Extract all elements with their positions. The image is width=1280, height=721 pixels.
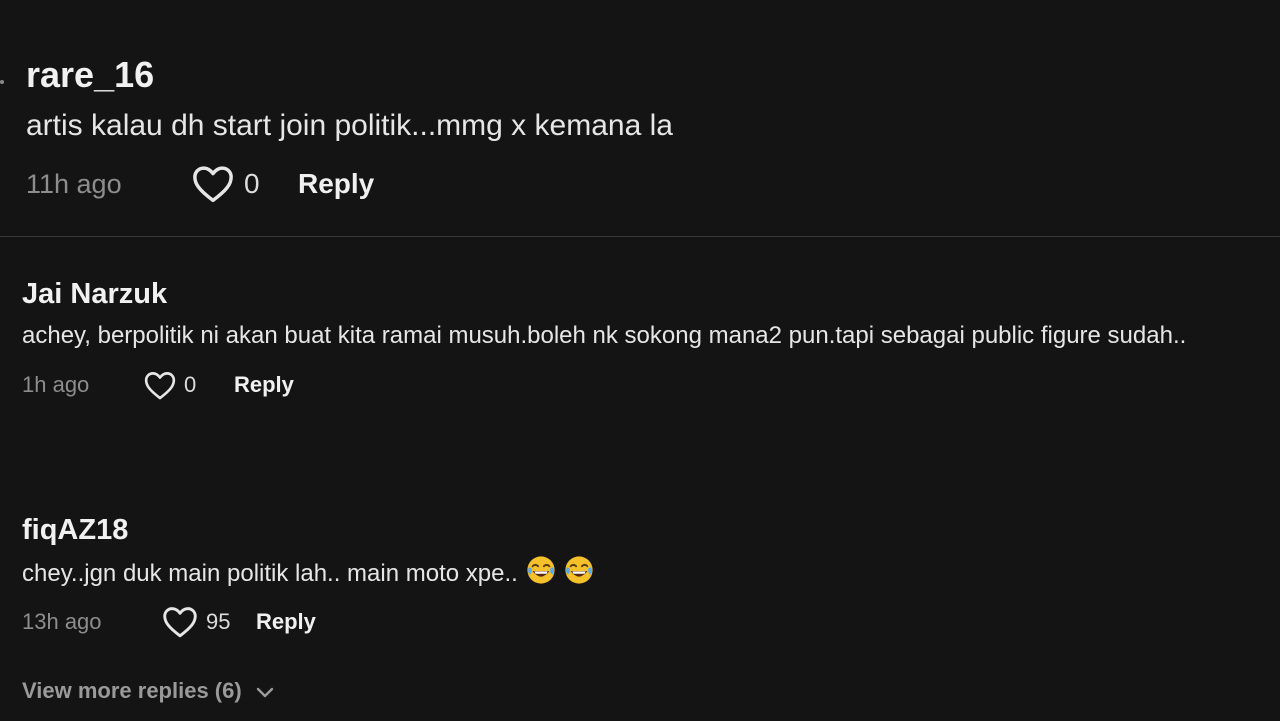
comment-timestamp: 11h ago bbox=[26, 168, 122, 199]
comment-meta: 11h ago 0 Reply bbox=[26, 164, 1280, 204]
comment-item: Jai Narzuk achey, berpolitik ni akan bua… bbox=[22, 276, 1280, 403]
comment-text: artis kalau dh start join politik...mmg … bbox=[26, 109, 673, 142]
divider bbox=[0, 236, 1280, 237]
face-with-tears-of-joy-icon bbox=[526, 555, 556, 585]
like-button[interactable]: 0 bbox=[144, 371, 234, 400]
reply-button[interactable]: Reply bbox=[298, 168, 374, 200]
comment-text: achey, berpolitik ni akan buat kita rama… bbox=[22, 322, 1187, 349]
comment-text-line: chey..jgn duk main politik lah.. main mo… bbox=[22, 554, 1280, 594]
comment-text: chey..jgn duk main politik lah.. main mo… bbox=[22, 560, 518, 587]
comment-item: rare_16 artis kalau dh start join politi… bbox=[26, 52, 1280, 204]
heart-icon[interactable] bbox=[192, 165, 234, 203]
comment-item: fiqAZ18 chey..jgn duk main politik lah..… bbox=[22, 512, 1280, 640]
view-more-label: View more replies (6) bbox=[22, 678, 242, 703]
reply-button[interactable]: Reply bbox=[256, 609, 316, 635]
heart-icon[interactable] bbox=[144, 371, 176, 400]
comments-panel: rare_16 artis kalau dh start join politi… bbox=[0, 0, 1280, 721]
comment-username[interactable]: Jai Narzuk bbox=[22, 276, 1280, 312]
face-with-tears-of-joy-icon bbox=[564, 555, 594, 585]
comment-timestamp: 1h ago bbox=[22, 372, 90, 397]
comment-meta: 13h ago 95 Reply bbox=[22, 604, 1280, 640]
comment-username[interactable]: fiqAZ18 bbox=[22, 512, 1280, 548]
chevron-down-icon bbox=[256, 678, 274, 704]
like-count: 0 bbox=[244, 168, 260, 199]
reply-button[interactable]: Reply bbox=[234, 372, 294, 398]
comment-username[interactable]: rare_16 bbox=[26, 52, 1280, 98]
comment-meta: 1h ago 0 Reply bbox=[22, 367, 1280, 403]
like-button[interactable]: 0 bbox=[192, 165, 298, 203]
edge-marker bbox=[0, 80, 4, 84]
like-count: 95 bbox=[206, 609, 231, 634]
like-button[interactable]: 95 bbox=[162, 606, 256, 638]
view-more-replies-button[interactable]: View more replies (6) bbox=[22, 678, 274, 704]
heart-icon[interactable] bbox=[162, 606, 198, 638]
comment-timestamp: 13h ago bbox=[22, 609, 102, 634]
like-count: 0 bbox=[184, 372, 197, 397]
